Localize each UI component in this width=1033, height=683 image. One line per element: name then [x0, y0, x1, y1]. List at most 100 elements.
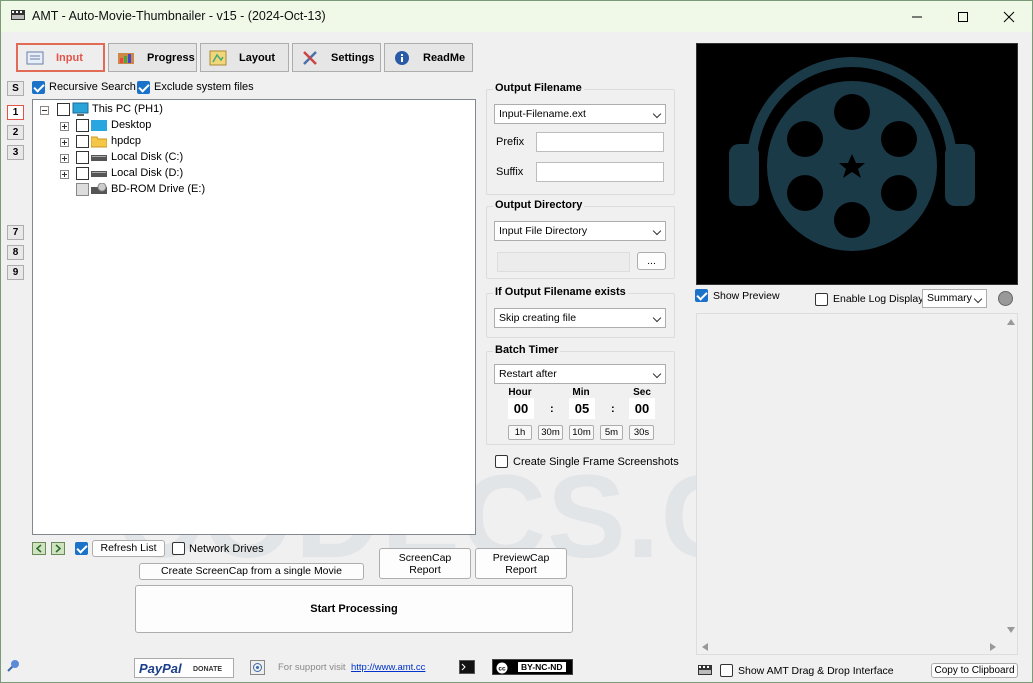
single-frame-checkbox[interactable]: [495, 455, 508, 468]
if-exists-select[interactable]: Skip creating file: [494, 308, 666, 328]
tab-layout-label: Layout: [239, 51, 276, 64]
tree-item-hpdcp[interactable]: hpdcp: [33, 134, 333, 150]
tree-checkbox[interactable]: [76, 135, 89, 148]
show-preview-checkbox[interactable]: [695, 289, 708, 302]
tab-readme-label: ReadMe: [423, 51, 466, 64]
license-label: BY-NC-ND: [518, 662, 566, 672]
hour-value[interactable]: 00: [508, 398, 534, 419]
hour-label: Hour: [508, 387, 532, 398]
expand-icon[interactable]: [60, 138, 69, 147]
scroll-up-icon[interactable]: [1006, 318, 1016, 326]
exclude-system-label: Exclude system files: [154, 81, 254, 93]
file-tree[interactable]: This PC (PH1) Desktop hpdcp Local Disk (…: [32, 99, 476, 535]
preset-30m-button[interactable]: 30m: [538, 425, 563, 440]
tab-progress[interactable]: Progress: [108, 43, 197, 72]
preset-30s-button[interactable]: 30s: [629, 425, 654, 440]
tree-checkbox[interactable]: [76, 119, 89, 132]
paypal-donate-button[interactable]: PayPal DONATE: [134, 658, 234, 678]
previewcap-report-button[interactable]: PreviewCap Report: [475, 548, 567, 579]
refresh-list-button[interactable]: Refresh List: [92, 540, 165, 557]
desktop-folder-icon: [91, 120, 107, 131]
collapse-all-icon[interactable]: [51, 542, 65, 555]
side-button-3[interactable]: 3: [7, 145, 24, 160]
info-icon: [395, 50, 409, 65]
tree-item-this-pc[interactable]: This PC (PH1): [33, 102, 333, 118]
collapse-icon[interactable]: [40, 106, 49, 115]
output-directory-select[interactable]: Input File Directory: [494, 221, 666, 241]
tab-settings-label: Settings: [331, 51, 375, 64]
min-value[interactable]: 05: [569, 398, 595, 419]
copy-to-clipboard-button[interactable]: Copy to Clipboard: [931, 663, 1018, 678]
minimize-icon: [912, 16, 922, 17]
browse-button[interactable]: ...: [637, 252, 666, 270]
batch-timer-select[interactable]: Restart after: [494, 364, 666, 384]
suffix-input[interactable]: [536, 162, 664, 182]
license-badge[interactable]: cc BY-NC-ND: [492, 659, 573, 675]
progress-icon: [118, 52, 134, 64]
chevron-down-icon: [652, 226, 662, 236]
expand-icon[interactable]: [60, 154, 69, 163]
input-icon: [26, 51, 44, 64]
preset-1h-button[interactable]: 1h: [508, 425, 532, 440]
tree-item-local-c[interactable]: Local Disk (C:): [33, 150, 333, 166]
support-link[interactable]: http://www.amt.cc: [351, 662, 425, 673]
side-button-2[interactable]: 2: [7, 125, 24, 140]
prefix-label: Prefix: [496, 136, 525, 148]
close-icon: [1003, 11, 1015, 22]
sec-value[interactable]: 00: [629, 398, 655, 419]
exclude-system-checkbox[interactable]: [137, 81, 150, 94]
tree-item-desktop[interactable]: Desktop: [33, 118, 333, 134]
side-button-7[interactable]: 7: [7, 225, 24, 240]
screencap-report-button[interactable]: ScreenCap Report: [379, 548, 471, 579]
if-exists-select-value: Skip creating file: [499, 312, 577, 324]
settings-icon: [303, 50, 317, 65]
preset-10m-button[interactable]: 10m: [569, 425, 594, 440]
log-mode-select[interactable]: Summary: [922, 289, 987, 308]
pin-icon[interactable]: [5, 658, 21, 674]
side-button-8[interactable]: 8: [7, 245, 24, 260]
tree-item-bd-rom[interactable]: BD-ROM Drive (E:): [33, 182, 333, 198]
show-dragdrop-checkbox[interactable]: [720, 664, 733, 677]
expand-icon[interactable]: [60, 170, 69, 179]
tree-checkbox[interactable]: [76, 167, 89, 180]
output-filename-select[interactable]: Input-Filename.ext: [494, 104, 666, 124]
maximize-button[interactable]: [940, 1, 986, 32]
console-icon[interactable]: [459, 660, 475, 674]
tree-checkbox[interactable]: [57, 103, 70, 116]
tab-readme[interactable]: ReadMe: [384, 43, 473, 72]
scroll-right-icon[interactable]: [989, 642, 997, 652]
scroll-down-icon[interactable]: [1006, 626, 1016, 634]
prefix-input[interactable]: [536, 132, 664, 152]
refresh-checkbox[interactable]: [75, 542, 88, 555]
side-button-1[interactable]: 1: [7, 105, 24, 120]
start-processing-button[interactable]: Start Processing: [135, 585, 573, 633]
minimize-button[interactable]: [894, 1, 940, 32]
tree-item-local-d[interactable]: Local Disk (D:): [33, 166, 333, 182]
preset-5m-button[interactable]: 5m: [600, 425, 623, 440]
show-preview-label: Show Preview: [713, 290, 780, 302]
network-drives-checkbox[interactable]: [172, 542, 185, 555]
computer-icon: [72, 102, 89, 116]
side-button-9[interactable]: 9: [7, 265, 24, 280]
scroll-left-icon[interactable]: [701, 642, 709, 652]
log-display[interactable]: [696, 313, 1018, 655]
tab-layout[interactable]: Layout: [200, 43, 289, 72]
tree-checkbox[interactable]: [76, 151, 89, 164]
enable-log-checkbox[interactable]: [815, 293, 828, 306]
tree-item-label: Local Disk (D:): [111, 167, 184, 179]
expand-icon[interactable]: [60, 122, 69, 131]
close-button[interactable]: [986, 1, 1032, 32]
tree-checkbox[interactable]: [76, 183, 89, 196]
output-directory-path[interactable]: [497, 252, 630, 272]
tab-input[interactable]: Input: [16, 43, 105, 72]
media-icon[interactable]: [250, 660, 265, 675]
expand-all-icon[interactable]: [32, 542, 46, 555]
time-separator: :: [550, 403, 554, 415]
suffix-label: Suffix: [496, 166, 524, 178]
optical-drive-icon: [91, 183, 107, 194]
create-screencap-single-button[interactable]: Create ScreenCap from a single Movie: [139, 563, 364, 580]
batch-timer-select-value: Restart after: [499, 368, 557, 380]
tab-settings[interactable]: Settings: [292, 43, 381, 72]
side-button-s[interactable]: S: [7, 81, 24, 96]
recursive-search-checkbox[interactable]: [32, 81, 45, 94]
